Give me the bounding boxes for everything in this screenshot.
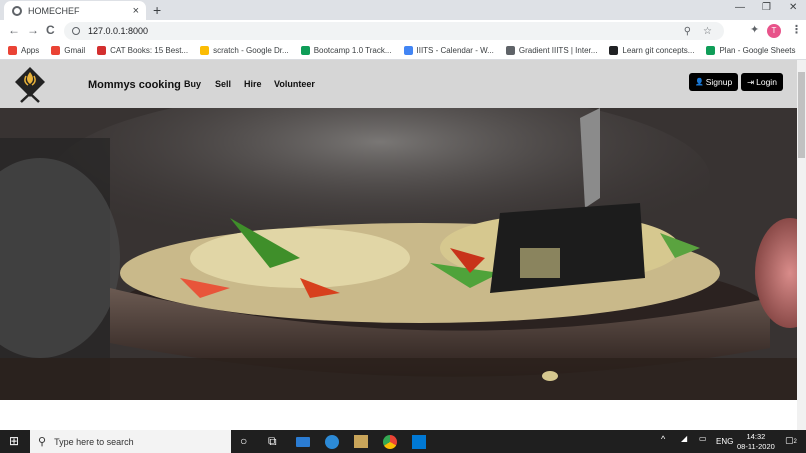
bookmark-item[interactable]: Plan - Google Sheets [706, 46, 796, 55]
site-navbar: Mommys cooking Buy Sell Hire Volunteer 👤… [0, 60, 797, 108]
info-icon[interactable] [72, 27, 80, 35]
maximize-button[interactable]: ❐ [762, 2, 771, 13]
profile-avatar[interactable]: T [767, 24, 781, 38]
zoom-icon[interactable]: ⚲ [684, 26, 691, 37]
signup-button[interactable]: 👤 Signup [689, 73, 739, 91]
bookmark-star-icon[interactable]: ☆ [703, 26, 712, 37]
site-brand[interactable]: Mommys cooking [88, 79, 181, 91]
minimize-button[interactable]: — [735, 2, 745, 13]
signup-label: Signup [705, 77, 733, 87]
bookmark-icon [505, 46, 515, 55]
edge-icon[interactable] [325, 435, 339, 449]
bookmark-item[interactable]: CAT Books: 15 Best... [97, 46, 188, 55]
nav-volunteer[interactable]: Volunteer [274, 79, 315, 89]
bookmark-label: CAT Books: 15 Best... [110, 46, 189, 55]
bookmark-label: scratch - Google Dr... [213, 46, 289, 55]
address-bar[interactable]: 127.0.0.1:8000 ⚲ ☆ [64, 22, 724, 40]
bookmark-label: Apps [21, 46, 40, 55]
bookmark-label: Gmail [64, 46, 86, 55]
bookmark-label: IIITS - Calendar - W... [416, 46, 494, 55]
chef-logo-icon[interactable] [14, 66, 46, 104]
bookmarks-bar: Apps Gmail CAT Books: 15 Best... scratch - … [0, 42, 806, 60]
cortana-icon[interactable]: ○ [240, 434, 247, 448]
clock-time: 14:32 [746, 432, 766, 441]
user-icon: 👤 [695, 79, 704, 86]
extensions-icon[interactable]: ✦ [750, 23, 759, 36]
bookmark-label: Plan - Google Sheets [719, 46, 796, 55]
bookmark-icon [200, 46, 210, 55]
bookmark-icon [706, 46, 716, 55]
bookmark-label: Gradient IIITS | Inter... [518, 46, 598, 55]
bookmark-icon [609, 46, 619, 55]
close-tab-icon[interactable]: × [133, 5, 139, 17]
browser-tab-bar: HOMECHEF × + — ❐ ✕ [0, 0, 806, 20]
browser-toolbar: ← → C 127.0.0.1:8000 ⚲ ☆ ✦ ⋮ [0, 20, 806, 42]
close-window-button[interactable]: ✕ [789, 2, 797, 13]
scrollbar-thumb[interactable] [798, 72, 805, 158]
login-icon: ⇥ [747, 76, 755, 87]
hero-image [0, 108, 797, 400]
taskbar-search[interactable]: ⚲ Type here to search [30, 430, 231, 453]
taskbar-clock[interactable]: 14:32 08-11-2020 [737, 432, 775, 452]
task-view-icon[interactable]: ⧉ [268, 434, 277, 449]
back-button[interactable]: ← [8, 23, 20, 37]
search-placeholder: Type here to search [54, 436, 134, 447]
windows-start-icon[interactable]: ⊞ [9, 434, 19, 448]
bookmark-item[interactable]: Bootcamp 1.0 Track... [300, 46, 392, 55]
login-button[interactable]: ⇥ Login [741, 73, 783, 91]
bookmark-icon [51, 46, 61, 55]
network-icon[interactable]: ◢ [681, 434, 687, 443]
new-tab-button[interactable]: + [153, 2, 161, 18]
battery-icon[interactable]: ▭ [699, 434, 707, 443]
bookmark-label: Learn git concepts... [622, 46, 695, 55]
nav-buy[interactable]: Buy [184, 79, 201, 89]
globe-icon [12, 5, 22, 16]
nav-sell[interactable]: Sell [215, 79, 231, 89]
forward-button[interactable]: → [27, 23, 39, 37]
search-icon: ⚲ [38, 436, 47, 448]
browser-menu-icon[interactable]: ⋮ [791, 23, 802, 36]
clock-date: 08-11-2020 [737, 442, 775, 451]
tab-title: HOMECHEF [28, 5, 80, 16]
nav-hire[interactable]: Hire [244, 79, 262, 89]
bookmark-label: Bootcamp 1.0 Track... [313, 46, 392, 55]
login-label: Login [756, 77, 777, 87]
page-scrollbar[interactable] [797, 60, 806, 430]
browser-tab[interactable]: HOMECHEF × [4, 1, 146, 20]
language-indicator[interactable]: ENG [716, 437, 733, 446]
bookmark-item[interactable]: Apps [8, 46, 39, 55]
mail-icon[interactable] [296, 437, 310, 447]
web-page: Mommys cooking Buy Sell Hire Volunteer 👤… [0, 60, 797, 430]
reload-button[interactable]: C [46, 23, 55, 37]
bookmark-item[interactable]: scratch - Google Dr... [200, 46, 289, 55]
windows-taskbar: ⊞ ⚲ Type here to search ○ ⧉ ^ ◢ ▭ ENG 14… [0, 430, 806, 453]
notification-count: 2 [793, 439, 797, 445]
bookmark-icon [403, 46, 413, 55]
cooking-pan-image [0, 108, 797, 400]
bookmark-icon [300, 46, 310, 55]
bookmark-item[interactable]: IIITS - Calendar - W... [403, 46, 494, 55]
tray-chevron-icon[interactable]: ^ [661, 434, 665, 444]
url-text[interactable]: 127.0.0.1:8000 [88, 26, 684, 36]
bookmark-item[interactable]: Gmail [51, 46, 85, 55]
notifications-icon[interactable]: ▢2 [785, 435, 797, 446]
chrome-icon[interactable] [383, 435, 397, 449]
bookmark-item[interactable]: Learn git concepts... [609, 46, 694, 55]
vscode-icon[interactable] [412, 435, 426, 449]
bookmark-icon [8, 46, 17, 55]
bookmark-icon [97, 46, 107, 55]
store-icon[interactable] [354, 435, 368, 448]
bookmark-item[interactable]: Gradient IIITS | Inter... [505, 46, 598, 55]
